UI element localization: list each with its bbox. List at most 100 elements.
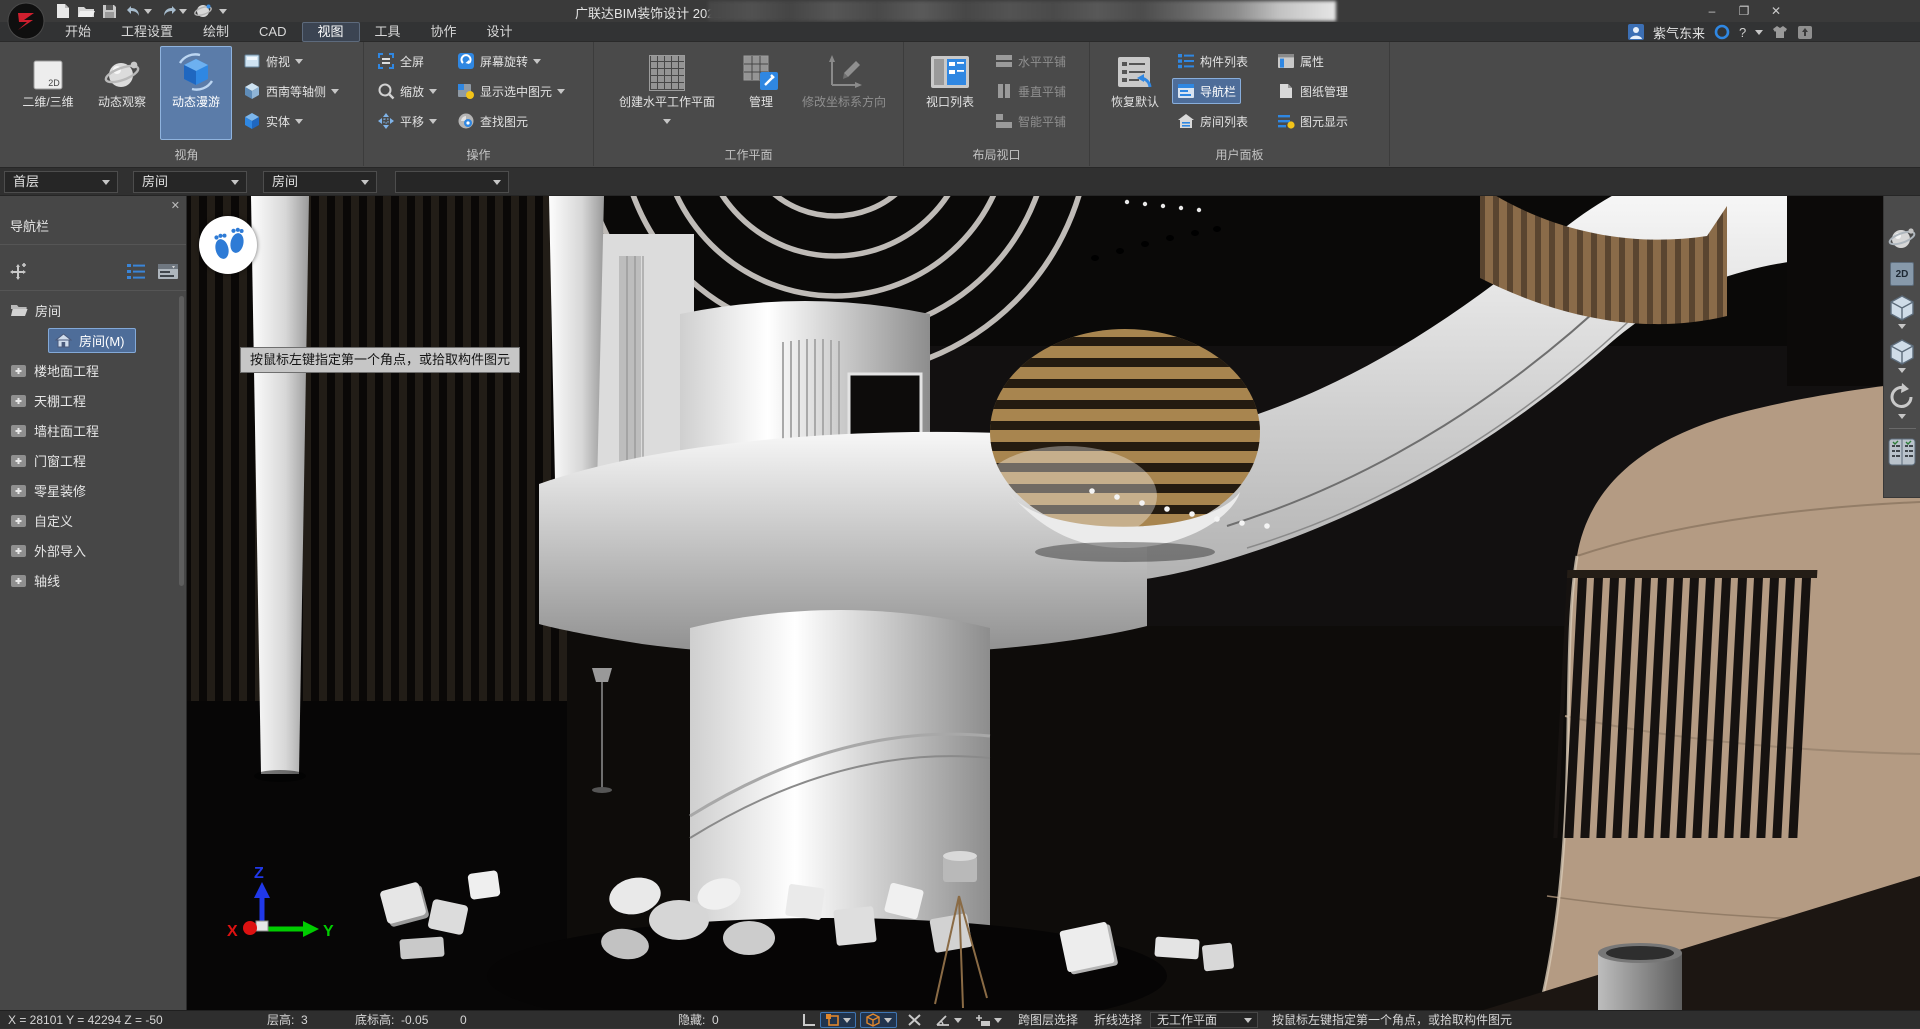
sidebar-scrollbar[interactable]: [179, 296, 184, 586]
polyline-select-button[interactable]: 折线选择: [1088, 1011, 1148, 1029]
orbit-view-button[interactable]: [1884, 226, 1920, 252]
tab-collaborate[interactable]: 协作: [416, 22, 472, 42]
find-element-button[interactable]: 查找图元: [452, 108, 533, 134]
cube-view-caret[interactable]: [1884, 324, 1920, 329]
viewport-3d[interactable]: X Y Z 按鼠标左键指定第一个角点，或拾取构件图元: [187, 196, 1920, 1010]
toggle-2d3d-button[interactable]: 2D 二维/三维: [12, 46, 84, 140]
tab-design[interactable]: 设计: [472, 22, 528, 42]
toolbar-options-caret[interactable]: [219, 9, 227, 14]
rotate-view-caret[interactable]: [1884, 414, 1920, 419]
add-node-button[interactable]: [8, 262, 28, 282]
screen-rotate-button[interactable]: 屏幕旋转: [452, 48, 546, 74]
tab-cad[interactable]: CAD: [244, 22, 301, 42]
create-workplane-caret[interactable]: [663, 119, 671, 124]
tree-item-room-folder[interactable]: 房间: [0, 296, 186, 324]
selected-tree-item[interactable]: 房间(M): [48, 328, 136, 353]
properties-button[interactable]: 属性: [1272, 48, 1329, 74]
restore-default-button[interactable]: 恢复默认: [1100, 46, 1170, 140]
tab-tools[interactable]: 工具: [360, 22, 416, 42]
tree-item-wall-column-works[interactable]: 墙柱面工程: [0, 416, 186, 444]
rotate-view-button[interactable]: [1884, 382, 1920, 412]
rect-select-mode-button[interactable]: [820, 1012, 856, 1028]
top-view-caret[interactable]: [295, 59, 303, 64]
room-list-button[interactable]: 房间列表: [1172, 108, 1253, 134]
2d-view-button[interactable]: 2D: [1884, 262, 1920, 286]
close-button[interactable]: ✕: [1760, 2, 1792, 20]
rect-select-caret[interactable]: [843, 1018, 851, 1023]
panel-close-button[interactable]: ✕: [171, 199, 180, 212]
solid-select-caret[interactable]: [884, 1018, 892, 1023]
solid-style-caret[interactable]: [295, 119, 303, 124]
cube-view2-caret[interactable]: [1884, 368, 1920, 373]
redo-button[interactable]: [159, 4, 187, 18]
ortho-mode-button[interactable]: [796, 1012, 822, 1028]
user-name[interactable]: 紫气东来: [1653, 23, 1705, 42]
reference-point-caret[interactable]: [994, 1018, 1002, 1023]
upload-icon[interactable]: [1797, 25, 1813, 40]
cross-layer-select-button[interactable]: 跨图层选择: [1012, 1011, 1084, 1029]
top-view-button[interactable]: 俯视: [238, 48, 308, 74]
viewport-list-button[interactable]: 视口列表: [913, 46, 987, 140]
zoom-caret[interactable]: [429, 89, 437, 94]
solid-select-mode-button[interactable]: [860, 1012, 897, 1028]
sw-isometric-button[interactable]: 西南等轴侧: [238, 78, 344, 104]
cube-view-button[interactable]: [1884, 294, 1920, 322]
type-select[interactable]: 房间: [263, 171, 377, 193]
tree-item-floor-works[interactable]: 楼地面工程: [0, 356, 186, 384]
element-display-button[interactable]: 图元显示: [1272, 108, 1353, 134]
dynamic-walkthrough-button[interactable]: 动态漫游: [160, 46, 232, 140]
screen-rotate-caret[interactable]: [533, 59, 541, 64]
tab-start[interactable]: 开始: [50, 22, 106, 42]
angle-snap-button[interactable]: [930, 1012, 967, 1028]
drawing-manage-button[interactable]: 图纸管理: [1272, 78, 1353, 104]
undo-dropdown-caret[interactable]: [144, 9, 152, 14]
minimize-button[interactable]: –: [1696, 2, 1728, 20]
tab-view[interactable]: 视图: [302, 22, 360, 42]
open-file-button[interactable]: [77, 4, 95, 19]
full-screen-button[interactable]: 全屏: [372, 48, 429, 74]
cube-view2-button[interactable]: [1884, 338, 1920, 366]
sync-icon[interactable]: [1714, 24, 1730, 40]
list-view-button[interactable]: [126, 263, 146, 280]
tree-item-ceiling-works[interactable]: 天棚工程: [0, 386, 186, 414]
show-selected-button[interactable]: 显示选中图元: [452, 78, 570, 104]
tree-item-door-window-works[interactable]: 门窗工程: [0, 446, 186, 474]
tree-item-axis-lines[interactable]: 轴线: [0, 566, 186, 594]
floor-select[interactable]: 首层: [4, 171, 118, 193]
reference-point-button[interactable]: [970, 1012, 1007, 1028]
component-list-button[interactable]: 构件列表: [1172, 48, 1253, 74]
snap-cross-button[interactable]: [902, 1012, 927, 1028]
tree-item-misc-decoration[interactable]: 零星装修: [0, 476, 186, 504]
angle-snap-caret[interactable]: [954, 1018, 962, 1023]
app-logo[interactable]: [6, 1, 46, 41]
save-button[interactable]: [102, 4, 117, 19]
help-button[interactable]: ?: [1739, 25, 1746, 40]
new-file-button[interactable]: [56, 3, 70, 19]
tree-item-room-m[interactable]: 房间(M): [0, 326, 186, 354]
navigation-bar-toggle[interactable]: 导航栏: [1172, 78, 1241, 104]
extra-select[interactable]: [395, 171, 509, 193]
tree-item-custom[interactable]: 自定义: [0, 506, 186, 534]
show-selected-caret[interactable]: [557, 89, 565, 94]
theme-icon[interactable]: [1772, 25, 1788, 39]
undo-button[interactable]: [124, 4, 152, 18]
tab-draw[interactable]: 绘制: [188, 22, 244, 42]
zoom-button[interactable]: 缩放: [372, 78, 442, 104]
orbit-quick-icon[interactable]: [194, 3, 212, 19]
redo-dropdown-caret[interactable]: [179, 9, 187, 14]
category-select[interactable]: 房间: [133, 171, 247, 193]
view-list-button[interactable]: [1884, 436, 1920, 468]
dynamic-orbit-button[interactable]: 动态观察: [86, 46, 158, 140]
pan-button[interactable]: 平移: [372, 108, 442, 134]
solid-style-button[interactable]: 实体: [238, 108, 308, 134]
user-avatar[interactable]: [1628, 24, 1644, 40]
sw-isometric-caret[interactable]: [331, 89, 339, 94]
tab-project-settings[interactable]: 工程设置: [106, 22, 188, 42]
restore-button[interactable]: ❐: [1728, 2, 1760, 20]
pan-caret[interactable]: [429, 119, 437, 124]
panel-view-button[interactable]: [157, 263, 179, 280]
workplane-manage-button[interactable]: 管理: [737, 46, 785, 140]
tree-item-external-import[interactable]: 外部导入: [0, 536, 186, 564]
create-horizontal-workplane-button[interactable]: 创建水平工作平面: [600, 46, 734, 140]
workplane-dropdown[interactable]: 无工作平面: [1150, 1012, 1258, 1028]
